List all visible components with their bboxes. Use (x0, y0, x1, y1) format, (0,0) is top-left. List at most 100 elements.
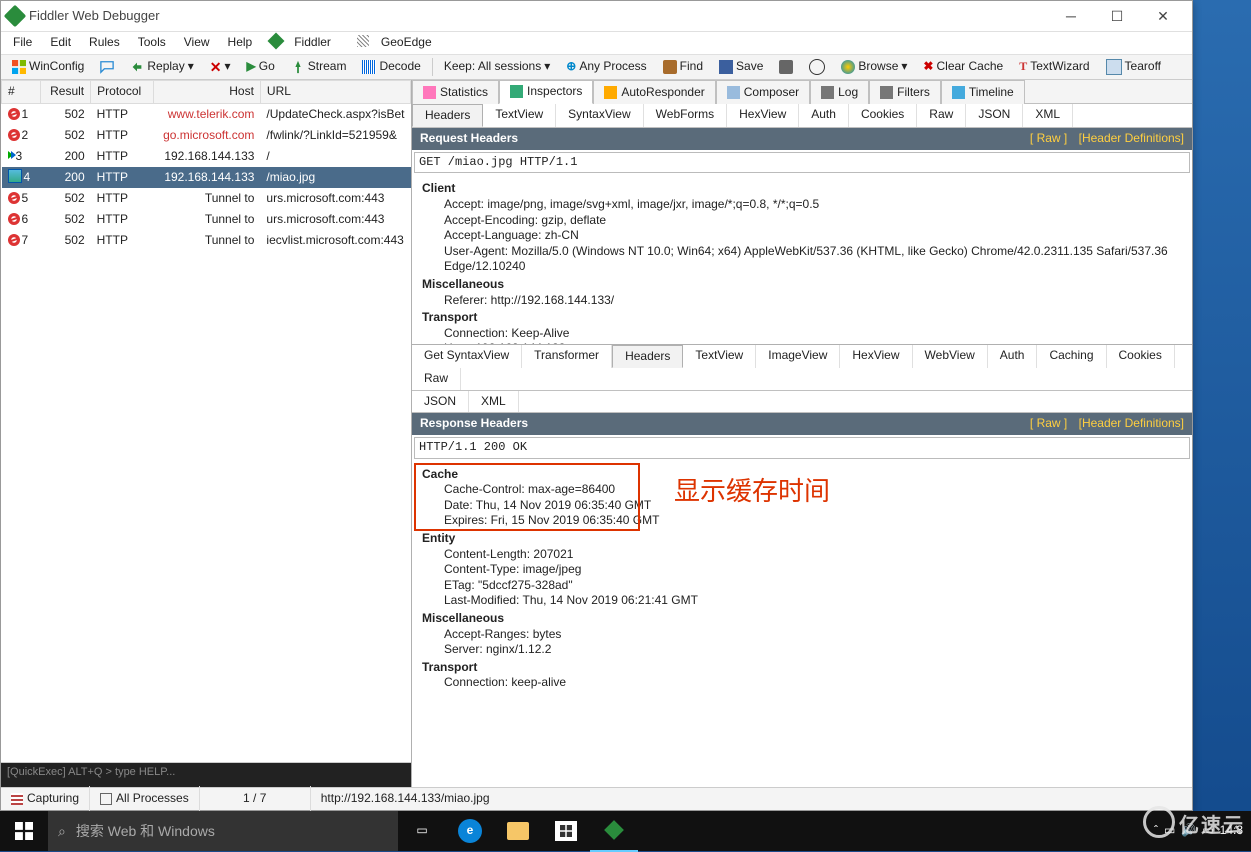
taskview-button[interactable]: ▭ (398, 811, 446, 851)
req-tab-hexview[interactable]: HexView (727, 104, 799, 128)
col-host[interactable]: Host (153, 81, 260, 104)
res-tab-transformer[interactable]: Transformer (522, 345, 612, 369)
quickexec-bar[interactable]: [QuickExec] ALT+Q > type HELP... (1, 763, 411, 787)
res-tab-xml[interactable]: XML (469, 391, 519, 413)
res-tab-cookies[interactable]: Cookies (1107, 345, 1175, 369)
header-line[interactable]: Accept-Encoding: gzip, deflate (444, 213, 1182, 229)
session-row[interactable]: 1502HTTPwww.telerik.com/UpdateCheck.aspx… (2, 104, 411, 126)
tray-chevron-icon[interactable]: ˆ (1154, 823, 1158, 839)
replay-button[interactable]: Replay ▾ (123, 56, 200, 78)
header-line[interactable]: Accept-Language: zh-CN (444, 228, 1182, 244)
header-line[interactable]: User-Agent: Mozilla/5.0 (Windows NT 10.0… (444, 244, 1182, 275)
main-tab-composer[interactable]: Composer (716, 80, 810, 104)
header-line[interactable]: Content-Length: 207021 (444, 547, 1182, 563)
request-headers-block[interactable]: ClientAccept: image/png, image/svg+xml, … (412, 175, 1192, 343)
header-line[interactable]: ETag: "5dccf275-328ad" (444, 578, 1182, 594)
req-tab-json[interactable]: JSON (966, 104, 1023, 128)
req-tab-cookies[interactable]: Cookies (849, 104, 917, 128)
fiddler-taskbar-icon[interactable] (590, 810, 638, 852)
header-line[interactable]: Host: 192.168.144.133 (444, 341, 1182, 343)
minimize-button[interactable]: ─ (1048, 2, 1094, 30)
req-tab-textview[interactable]: TextView (483, 104, 556, 128)
req-tab-syntaxview[interactable]: SyntaxView (556, 104, 643, 128)
header-line[interactable]: Accept: image/png, image/svg+xml, image/… (444, 197, 1182, 213)
tray-network-icon[interactable]: ▭ (1164, 823, 1175, 839)
winconfig-button[interactable]: WinConfig (5, 56, 91, 78)
main-tab-filters[interactable]: Filters (869, 80, 941, 104)
res-tab-textview[interactable]: TextView (683, 345, 756, 369)
menu-view[interactable]: View (176, 32, 218, 54)
comment-button[interactable] (93, 57, 121, 77)
clear-cache-button[interactable]: ✖Clear Cache (916, 56, 1010, 78)
session-row[interactable]: 2502HTTPgo.microsoft.com/fwlink/?LinkId=… (2, 125, 411, 146)
edge-icon[interactable]: e (446, 811, 494, 851)
stream-button[interactable]: Stream (284, 56, 354, 78)
header-line[interactable]: Last-Modified: Thu, 14 Nov 2019 06:21:41… (444, 593, 1182, 609)
res-raw-link[interactable]: [ Raw ] (1030, 416, 1067, 430)
taskbar[interactable]: ⌕搜索 Web 和 Windows ▭ e ˆ ▭ 🔊 ▭ 14:3 (0, 811, 1251, 851)
req-tab-auth[interactable]: Auth (799, 104, 849, 128)
title-bar[interactable]: Fiddler Web Debugger ─ ☐ ✕ (1, 1, 1192, 32)
browse-button[interactable]: Browse ▾ (834, 56, 914, 78)
col-url[interactable]: URL (260, 81, 410, 104)
menu-geoedge[interactable]: GeoEdge (349, 32, 448, 54)
tearoff-button[interactable]: Tearoff (1099, 56, 1168, 78)
tray-clock[interactable]: 14:3 (1220, 823, 1243, 839)
res-tab-caching[interactable]: Caching (1037, 345, 1106, 369)
main-tab-log[interactable]: Log (810, 80, 869, 104)
menu-fiddler[interactable]: Fiddler (262, 32, 347, 54)
req-tab-webforms[interactable]: WebForms (644, 104, 727, 128)
req-tab-xml[interactable]: XML (1023, 104, 1073, 128)
res-tab-get-syntaxview[interactable]: Get SyntaxView (412, 345, 522, 369)
col-protocol[interactable]: Protocol (91, 81, 153, 104)
keep-sessions-dropdown[interactable]: Keep: All sessions ▾ (437, 56, 557, 78)
main-tab-autoresponder[interactable]: AutoResponder (593, 80, 715, 104)
session-row[interactable]: 3200HTTP192.168.144.133/ (2, 146, 411, 167)
col-num[interactable]: # (2, 81, 41, 104)
res-tab-auth[interactable]: Auth (988, 345, 1038, 369)
menu-help[interactable]: Help (220, 32, 261, 54)
col-result[interactable]: Result (41, 81, 91, 104)
explorer-icon[interactable] (494, 811, 542, 851)
header-line[interactable]: Content-Type: image/jpeg (444, 562, 1182, 578)
tray-volume-icon[interactable]: 🔊 (1181, 823, 1196, 839)
status-capturing[interactable]: Capturing (1, 786, 90, 812)
timer-button[interactable] (802, 56, 832, 78)
session-row[interactable]: 7502HTTPTunnel toiecvlist.microsoft.com:… (2, 230, 411, 251)
res-header-defs-link[interactable]: [Header Definitions] (1079, 416, 1184, 430)
maximize-button[interactable]: ☐ (1094, 2, 1140, 30)
header-line[interactable]: Accept-Ranges: bytes (444, 627, 1182, 643)
res-tab-raw[interactable]: Raw (412, 368, 461, 390)
start-button[interactable] (0, 811, 48, 851)
res-tab-json[interactable]: JSON (412, 391, 469, 413)
textwizard-button[interactable]: TTextWizard (1012, 56, 1096, 78)
res-tab-hexview[interactable]: HexView (840, 345, 912, 369)
menu-rules[interactable]: Rules (81, 32, 128, 54)
close-button[interactable]: ✕ (1140, 2, 1186, 30)
session-row[interactable]: 5502HTTPTunnel tours.microsoft.com:443 (2, 188, 411, 209)
main-tab-inspectors[interactable]: Inspectors (499, 80, 593, 104)
system-tray[interactable]: ˆ ▭ 🔊 ▭ 14:3 (1146, 823, 1251, 839)
menu-tools[interactable]: Tools (130, 32, 174, 54)
main-tab-timeline[interactable]: Timeline (941, 80, 1025, 104)
screenshot-button[interactable] (772, 57, 800, 77)
status-all-processes[interactable]: All Processes (90, 786, 200, 812)
req-tab-raw[interactable]: Raw (917, 104, 966, 128)
header-line[interactable]: Server: nginx/1.12.2 (444, 642, 1182, 658)
decode-button[interactable]: Decode (355, 56, 427, 78)
header-line[interactable]: Connection: keep-alive (444, 675, 1182, 691)
store-icon[interactable] (542, 811, 590, 851)
req-header-defs-link[interactable]: [Header Definitions] (1079, 131, 1184, 145)
session-row[interactable]: 6502HTTPTunnel tours.microsoft.com:443 (2, 209, 411, 230)
taskbar-search[interactable]: ⌕搜索 Web 和 Windows (48, 811, 398, 851)
main-tab-statistics[interactable]: Statistics (412, 80, 499, 104)
menu-file[interactable]: File (5, 32, 40, 54)
req-tab-headers[interactable]: Headers (412, 104, 483, 128)
header-line[interactable]: Referer: http://192.168.144.133/ (444, 293, 1182, 309)
res-tab-headers[interactable]: Headers (612, 345, 683, 369)
menu-edit[interactable]: Edit (42, 32, 79, 54)
sessions-grid[interactable]: # Result Protocol Host URL 1502HTTPwww.t… (1, 80, 411, 763)
save-button[interactable]: Save (712, 56, 770, 78)
any-process-button[interactable]: ⊕ Any Process (559, 56, 653, 78)
remove-button[interactable]: ✕▾ (203, 55, 238, 79)
